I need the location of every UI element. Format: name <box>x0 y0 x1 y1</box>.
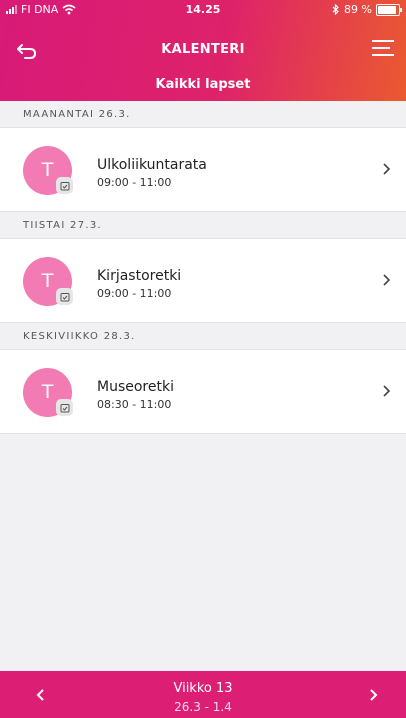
day-header: MAANANTAI 26.3. <box>0 101 406 128</box>
event-row[interactable]: T Ulkoliikuntarata 09:00 - 11:00 <box>0 128 406 212</box>
calendar-check-icon <box>56 399 73 416</box>
page-subtitle: Kaikki lapset <box>155 77 251 92</box>
event-time: 09:00 - 11:00 <box>97 176 172 189</box>
event-row[interactable]: T Museoretki 08:30 - 11:00 <box>0 350 406 434</box>
event-name: Ulkoliikuntarata <box>97 157 207 173</box>
menu-icon[interactable] <box>372 40 394 58</box>
bluetooth-icon <box>332 4 339 15</box>
week-label: Viikko 13 <box>173 681 233 696</box>
calendar-check-icon <box>56 288 73 305</box>
day-header: TIISTAI 27.3. <box>0 212 406 239</box>
battery-fill <box>378 5 396 14</box>
chevron-right-icon <box>383 163 391 175</box>
status-right: 89 % <box>332 3 402 16</box>
chevron-right-icon <box>383 274 391 286</box>
day-header: KESKIVIIKKO 28.3. <box>0 323 406 350</box>
event-row[interactable]: T Kirjastoretki 09:00 - 11:00 <box>0 239 406 323</box>
battery-percent: 89 % <box>344 3 372 16</box>
event-name: Museoretki <box>97 379 174 395</box>
event-time: 08:30 - 11:00 <box>97 398 172 411</box>
chevron-right-icon[interactable] <box>364 685 382 705</box>
week-range: 26.3 - 1.4 <box>174 700 232 714</box>
event-name: Kirjastoretki <box>97 268 182 284</box>
week-navigator: Viikko 13 26.3 - 1.4 <box>0 671 406 718</box>
event-time: 09:00 - 11:00 <box>97 287 172 300</box>
battery-icon <box>376 3 402 16</box>
app-header: FI DNA 14.25 89 % KALENTERI Kaikki lapse… <box>0 0 406 101</box>
status-bar: FI DNA 14.25 89 % <box>0 0 406 20</box>
calendar-check-icon <box>56 177 73 194</box>
calendar-list: MAANANTAI 26.3. T Ulkoliikuntarata 09:00… <box>0 101 406 434</box>
chevron-right-icon <box>383 385 391 397</box>
page-title: KALENTERI <box>161 42 245 57</box>
